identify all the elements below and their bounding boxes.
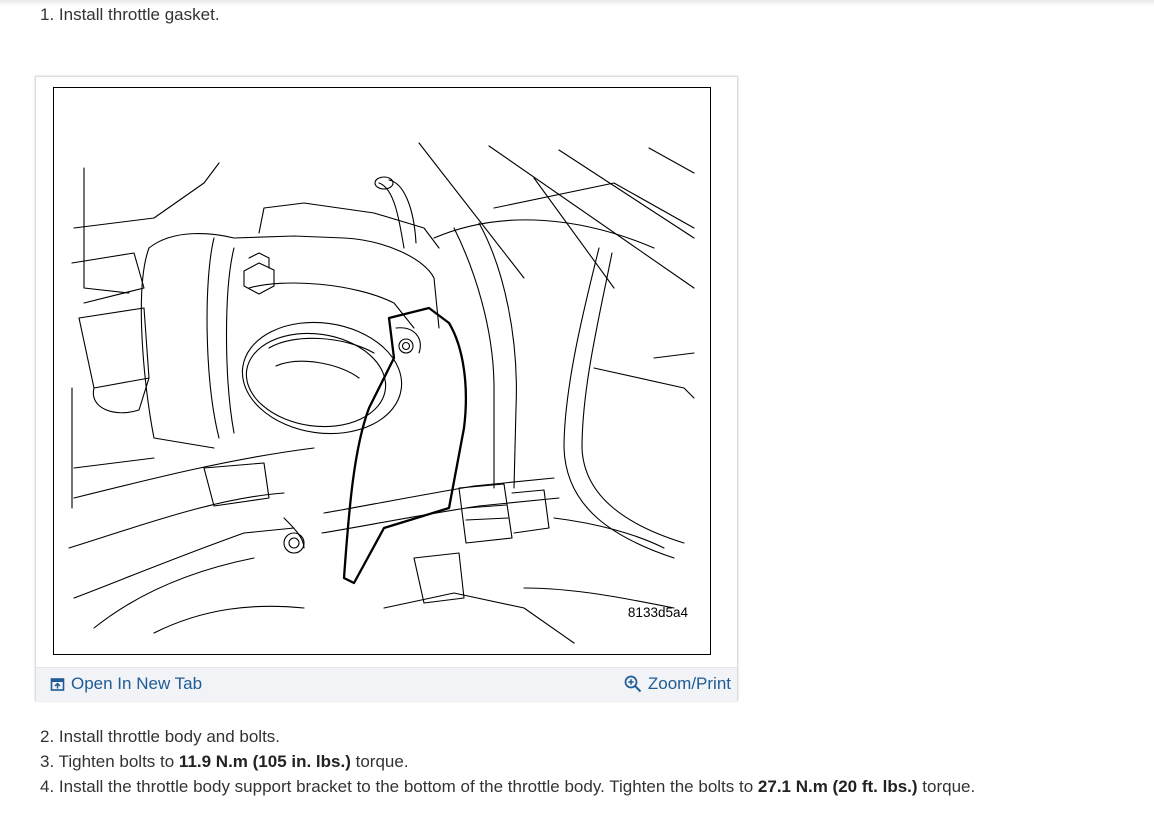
step-3-torque-value: 11.9 N.m (105 in. lbs.) bbox=[178, 752, 351, 771]
open-in-new-tab-label: Open In New Tab bbox=[71, 674, 203, 693]
open-external-icon bbox=[50, 677, 65, 691]
step-4-prefix: 4. Install the throttle body support bra… bbox=[40, 777, 758, 796]
step-2-text: 2. Install throttle body and bolts. bbox=[40, 727, 280, 747]
open-in-new-tab-link[interactable]: Open In New Tab bbox=[50, 673, 202, 695]
step-4-suffix: torque. bbox=[917, 777, 976, 796]
figure-card: 8133d5a4 Open In New Tab Zoom/Print bbox=[35, 76, 738, 701]
step-3-prefix: 3. Tighten bolts to bbox=[40, 752, 179, 771]
figure-footer: Open In New Tab Zoom/Print bbox=[36, 667, 737, 701]
step-4-text: 4. Install the throttle body support bra… bbox=[40, 777, 975, 797]
step-3-suffix: torque. bbox=[350, 752, 409, 771]
line-drawing bbox=[68, 142, 695, 644]
step-1-label: 1. Install throttle gasket. bbox=[40, 5, 220, 24]
step-3-text: 3. Tighten bolts to 11.9 N.m (105 in. lb… bbox=[40, 752, 409, 772]
zoom-in-icon bbox=[624, 675, 642, 693]
zoom-print-label: Zoom/Print bbox=[647, 674, 731, 693]
step-1-text: 1. Install throttle gasket. bbox=[40, 5, 220, 25]
step-2-label: 2. Install throttle body and bolts. bbox=[40, 727, 281, 746]
zoom-print-link[interactable]: Zoom/Print bbox=[624, 673, 731, 695]
step-4-torque-value: 27.1 N.m (20 ft. lbs.) bbox=[757, 777, 918, 796]
throttle-body-illustration[interactable]: 8133d5a4 bbox=[53, 87, 711, 655]
figure-id-label: 8133d5a4 bbox=[627, 605, 688, 620]
